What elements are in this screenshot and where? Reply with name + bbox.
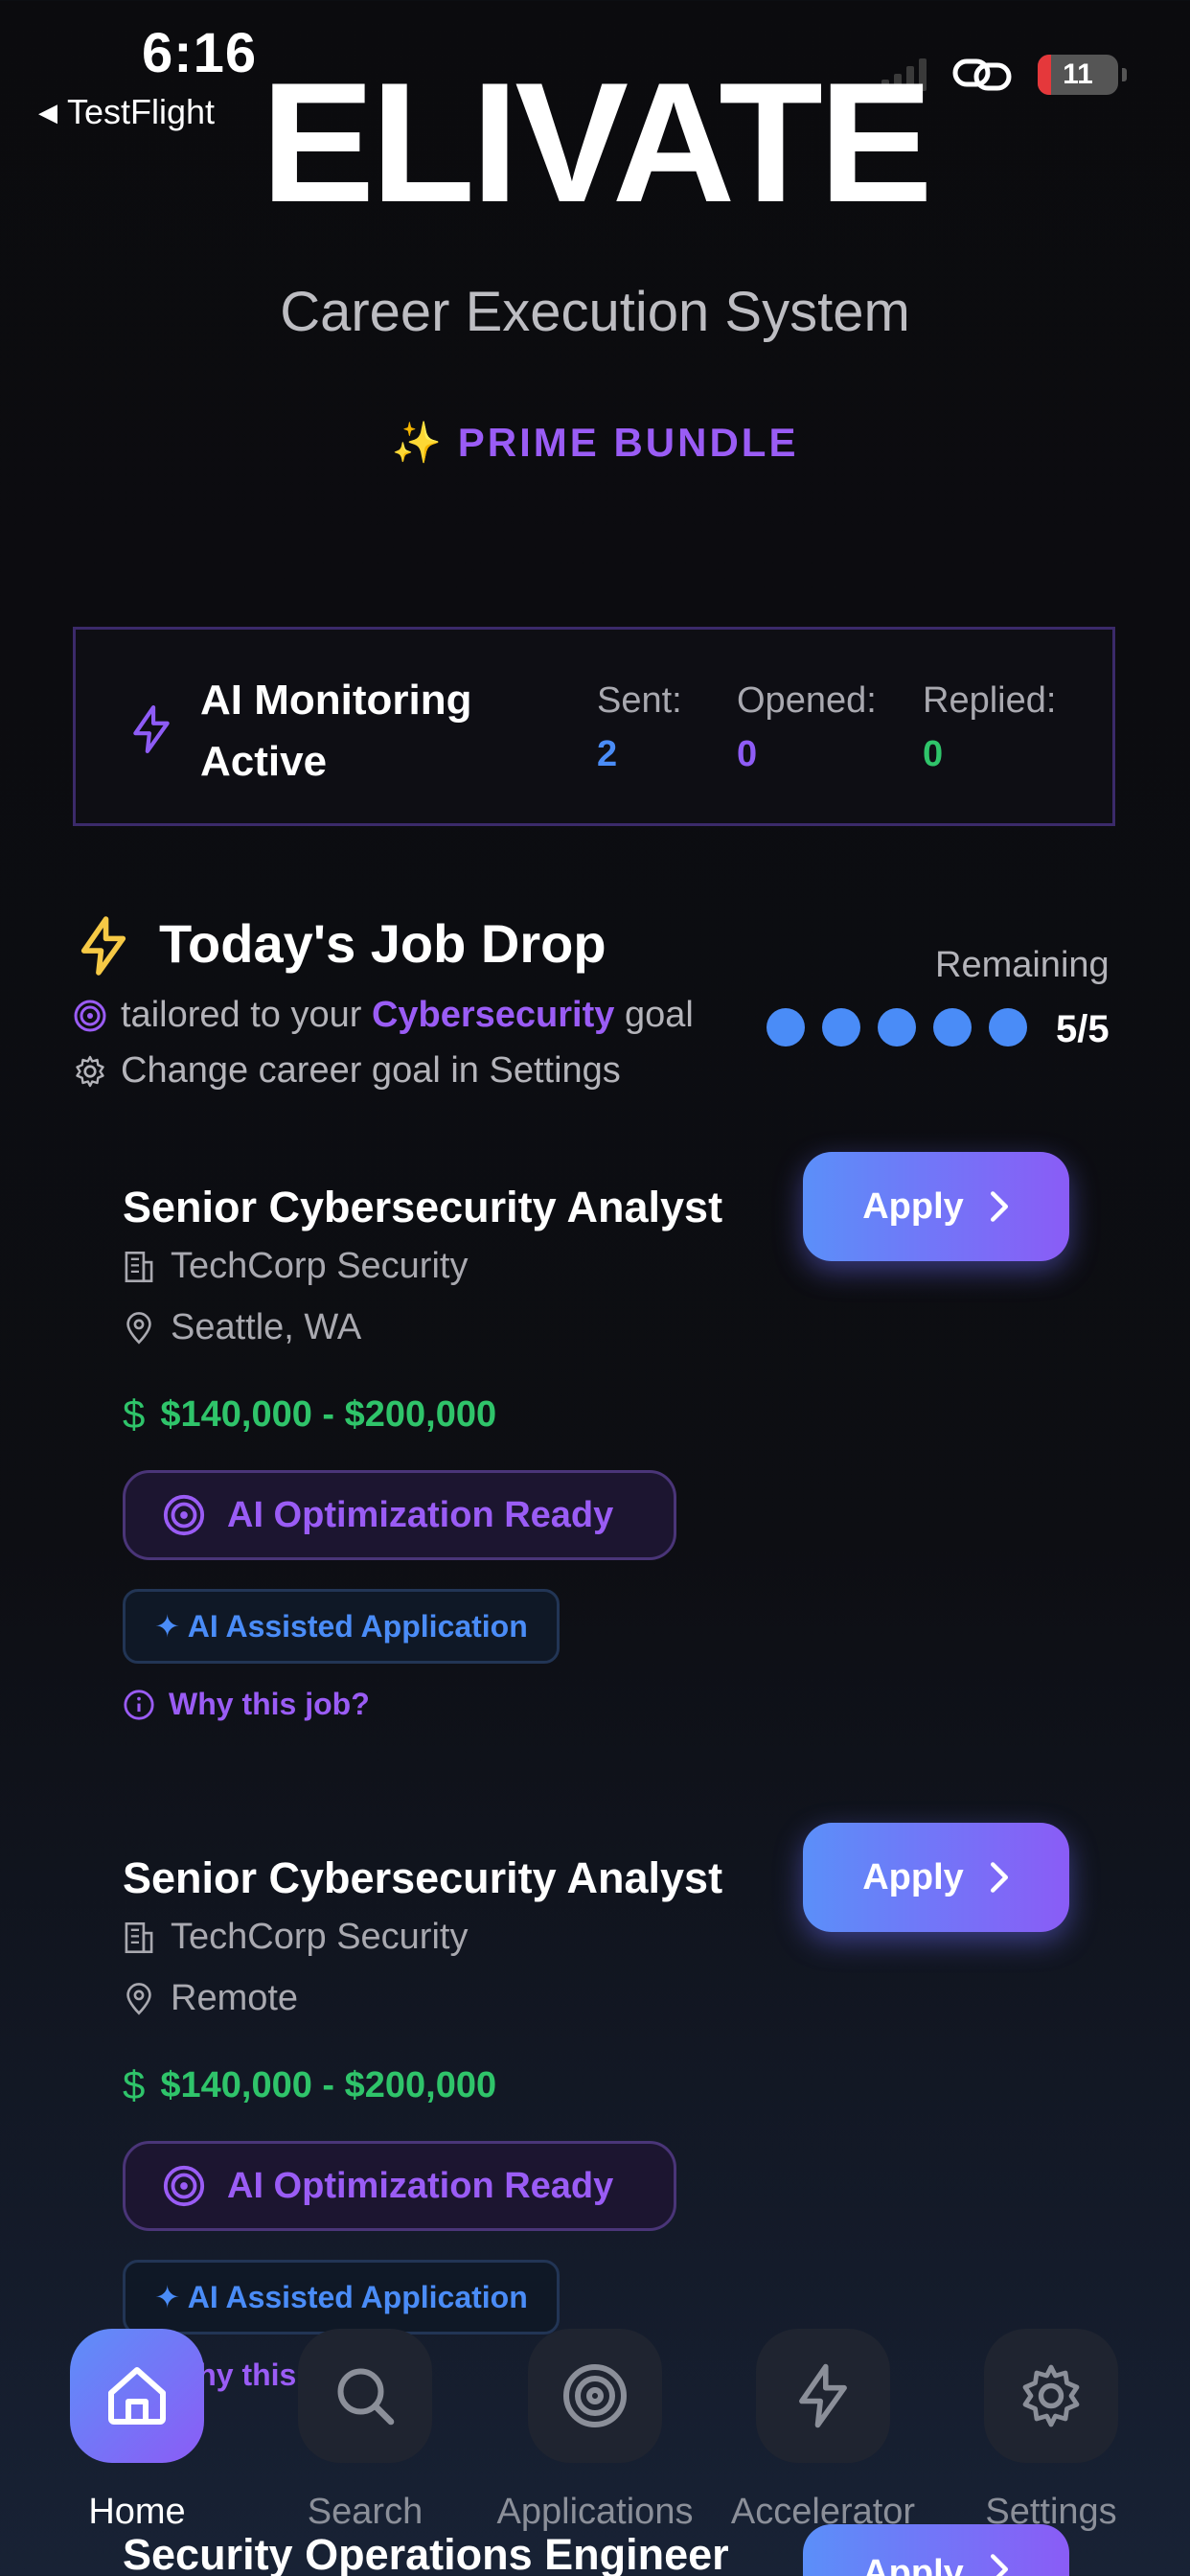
job-card: Senior Cybersecurity Analyst TechCorp Se… [123,1152,1081,1758]
bolt-icon [799,2363,847,2428]
job-company: TechCorp Security [123,1917,468,1958]
target-icon [163,2165,205,2207]
stat-opened: Opened: 0 [737,674,877,781]
remaining-dots [767,1008,1027,1046]
tab-label: Applications [496,2492,694,2532]
gear-icon [76,1055,104,1087]
apply-label: Apply [862,1856,964,1898]
career-goal: Cybersecurity [371,995,615,1035]
tab-label: Settings [985,2492,1117,2532]
app-subtitle: Career Execution System [280,281,910,343]
chevron-right-icon [990,1862,1008,1893]
bundle-label: PRIME BUNDLE [457,420,799,465]
location-text: Remote [171,1978,299,2018]
job-company: TechCorp Security [123,1246,468,1287]
building-icon [125,1921,153,1953]
company-name: TechCorp Security [171,1246,469,1286]
job-drop-goal-line: tailored to your Cybersecurity goal [73,995,694,1036]
stat-replied-value: 0 [923,734,944,774]
stat-sent: Sent: 2 [597,674,682,781]
building-icon [125,1251,153,1282]
bolt-icon [133,704,170,753]
stat-opened-label: Opened: [737,680,877,721]
tab-label: Home [88,2492,186,2532]
change-goal-text: Change career goal in Settings [121,1050,621,1091]
job-title: Senior Cybersecurity Analyst [123,1183,723,1231]
stat-replied-label: Replied: [923,680,1057,721]
info-icon [124,1689,154,1720]
tab-accelerator[interactable]: Accelerator [713,2329,933,2533]
ai-optimization-badge[interactable]: AI Optimization Ready [123,2141,676,2231]
remaining-dot [878,1008,916,1046]
salary-range: $140,000 - $200,000 [160,1393,497,1435]
location-text: Seattle, WA [171,1307,362,1347]
tab-settings[interactable]: Settings [941,2329,1161,2533]
chevron-right-icon [990,1191,1008,1222]
home-tab-icon-box [70,2329,204,2463]
sparkles-icon: ✨ [391,420,445,465]
optimization-label: AI Optimization Ready [227,1494,614,1535]
stat-replied: Replied: 0 [923,674,1056,781]
goal-prefix: tailored to your [121,995,362,1035]
optimization-label: AI Optimization Ready [227,2165,614,2206]
remaining-dot [822,1008,860,1046]
apply-button[interactable]: Apply [803,1152,1069,1261]
settings-tab-icon-box [984,2329,1118,2463]
app-logo: ELIVATE [261,47,932,238]
apply-label: Apply [862,2553,964,2576]
job-location: Seattle, WA [123,1307,361,1348]
apply-label: Apply [862,1185,964,1227]
target-icon [563,2364,627,2427]
why-label: Why this job? [169,1687,370,1721]
job-location: Remote [123,1978,298,2019]
change-goal-hint: Change career goal in Settings [73,1050,621,1092]
salary-range: $140,000 - $200,000 [160,2064,497,2105]
search-icon [337,2368,395,2426]
gear-icon [1022,2364,1080,2427]
why-this-job-link[interactable]: Why this job? [123,1687,370,1722]
ai-assisted-application-badge[interactable]: ✦ AI Assisted Application [123,1589,560,1664]
job-drop-title: Today's Job Drop [159,913,606,974]
tab-applications[interactable]: Applications [485,2329,705,2533]
ai-monitoring-panel: AI Monitoring Active Sent: 2 Opened: 0 R… [73,627,1115,826]
dollar-icon: $ [123,1392,146,1437]
apply-button[interactable]: Apply [803,1823,1069,1932]
company-name: TechCorp Security [171,1917,469,1957]
stat-sent-value: 2 [597,734,618,774]
dollar-icon: $ [123,2062,146,2107]
ai-assisted-application-badge[interactable]: ✦ AI Assisted Application [123,2260,560,2334]
stat-opened-value: 0 [737,734,758,774]
search-tab-icon-box [298,2329,432,2463]
job-salary: $ $140,000 - $200,000 [123,2062,496,2108]
job-title: Senior Cybersecurity Analyst [123,1853,723,1902]
remaining-dot [933,1008,972,1046]
remaining-dot [989,1008,1027,1046]
job-salary: $ $140,000 - $200,000 [123,1392,496,1438]
chevron-right-icon [990,2554,1008,2576]
ai-optimization-badge[interactable]: AI Optimization Ready [123,1470,676,1560]
remaining-count: 5/5 [1056,1008,1110,1050]
map-pin-icon [126,1982,151,2015]
prime-bundle-badge: ✨ PRIME BUNDLE [0,420,1190,467]
job-title: Security Operations Engineer [123,2530,729,2576]
target-icon [74,1000,106,1031]
tab-label: Search [307,2492,423,2532]
home-icon [108,2367,166,2425]
monitoring-title: AI Monitoring Active [200,677,472,785]
accelerator-tab-icon-box [756,2329,890,2463]
job-drop-bolt-icon [80,916,126,976]
stat-sent-label: Sent: [597,680,682,721]
remaining-dot [767,1008,805,1046]
tab-search[interactable]: Search [255,2329,475,2533]
map-pin-icon [126,1311,151,1345]
tab-home[interactable]: Home [27,2329,247,2533]
goal-suffix: goal [624,995,694,1035]
applications-tab-icon-box [528,2329,662,2463]
remaining-label: Remaining [935,945,1110,985]
tab-label: Accelerator [730,2492,916,2532]
target-icon [163,1494,205,1536]
